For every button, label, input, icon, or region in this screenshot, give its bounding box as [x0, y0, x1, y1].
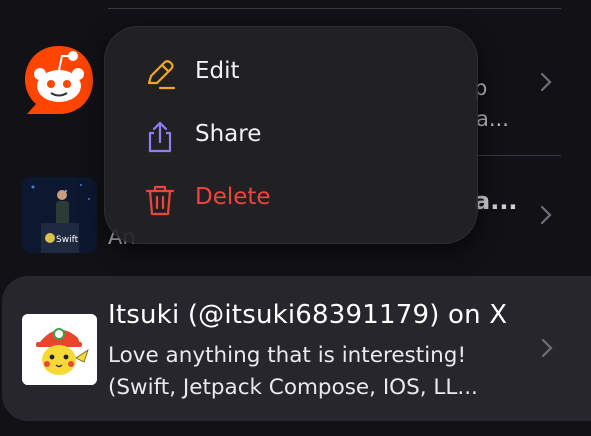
item-subtitle-line-1: Love anything that is interesting! [108, 343, 467, 368]
trash-icon [145, 185, 175, 216]
pencil-icon [147, 60, 176, 90]
swift-conference-photo-icon: Swift [21, 177, 97, 253]
item-title: Itsuki (@itsuki68391179) on X [108, 300, 508, 330]
chevron-right-icon [540, 205, 552, 225]
share-icon [148, 121, 172, 153]
menu-item-label: Delete [195, 184, 271, 210]
svg-text:Swift: Swift [56, 235, 79, 245]
row-title-fragment: a... [474, 187, 518, 215]
chevron-right-icon [541, 338, 553, 358]
menu-item-delete[interactable]: Delete [105, 169, 477, 229]
pikachu-avatar-icon [22, 314, 97, 385]
menu-item-label: Share [195, 121, 262, 147]
chevron-right-icon [540, 72, 552, 92]
row-subtitle-fragment: a... [476, 107, 509, 131]
screen: p a... Swift a... An [0, 0, 591, 436]
list-divider [108, 8, 561, 9]
menu-item-label: Edit [195, 58, 240, 84]
reddit-logo-icon [21, 42, 97, 118]
item-subtitle-line-2: (Swift, Jetpack Compose, IOS, LL... [108, 375, 478, 400]
menu-item-share[interactable]: Share [105, 106, 477, 166]
context-menu: Edit Share Delete [104, 26, 478, 244]
menu-item-edit[interactable]: Edit [105, 43, 477, 103]
focused-list-item[interactable]: Itsuki (@itsuki68391179) on X Love anyth… [2, 276, 591, 421]
